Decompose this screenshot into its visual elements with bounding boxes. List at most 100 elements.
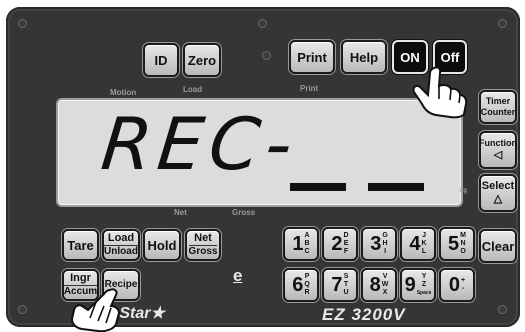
key-letter: B — [304, 240, 310, 247]
key-letter: V — [382, 273, 388, 280]
motion-indicator: Motion — [110, 88, 137, 97]
hold-button[interactable]: Hold — [143, 229, 181, 261]
net-gross-button[interactable]: Net Gross — [185, 229, 221, 261]
key-letter: - — [461, 285, 465, 292]
ingr-label: Ingr — [70, 272, 91, 284]
key-digit: 0 — [448, 274, 461, 296]
key-6[interactable]: 6PQR — [283, 268, 319, 302]
key-0[interactable]: 0 + - — [439, 268, 475, 302]
key-digit: 5 — [448, 233, 460, 255]
key-letters: VWX — [382, 273, 389, 297]
key-letter: H — [382, 240, 388, 247]
key-digit: 2 — [331, 233, 343, 255]
load-indicator: Load — [183, 85, 203, 94]
key-letter: D — [343, 232, 349, 239]
left-arrow-icon: ◁ — [493, 149, 503, 161]
key-letters: + - — [461, 277, 465, 293]
key-digit: 7 — [331, 274, 343, 296]
screw — [498, 305, 507, 314]
key-letter: F — [343, 248, 349, 255]
tare-button[interactable]: Tare — [62, 229, 99, 261]
key-letters: JKL — [422, 232, 427, 256]
zero-button[interactable]: Zero — [183, 43, 221, 77]
print-button[interactable]: Print — [289, 40, 335, 74]
clear-button[interactable]: Clear — [479, 229, 517, 263]
lcd-display: REC- — [56, 98, 463, 207]
key-letter: S — [343, 273, 349, 280]
display-cursor — [368, 183, 424, 191]
key-digit: 1 — [292, 233, 304, 255]
key-letter: N — [460, 240, 466, 247]
key-letter: R — [304, 289, 310, 296]
key-letters: STU — [344, 273, 349, 297]
key-1[interactable]: 1ABC — [283, 227, 319, 261]
screw — [498, 19, 507, 28]
key-letters: PQR — [304, 273, 309, 297]
select-label: Select — [481, 180, 515, 192]
key-digit: 3 — [370, 233, 382, 255]
kg-indicator: kg — [460, 188, 468, 194]
key-letter: C — [304, 248, 310, 255]
key-letter: G — [382, 232, 388, 239]
key-4[interactable]: 4JKL — [400, 227, 436, 261]
display-readout: REC- — [97, 102, 303, 186]
key-digit: 4 — [409, 233, 421, 255]
screw — [262, 51, 271, 60]
key-letter: + — [461, 277, 466, 284]
key-digit: 8 — [369, 274, 381, 296]
key-letter: I — [384, 248, 387, 255]
e-mark: e — [233, 266, 243, 285]
print-indicator: Print — [300, 84, 319, 93]
key-letter: Y — [421, 273, 427, 280]
screw — [18, 19, 27, 28]
key-letters: Y Z Space — [417, 273, 432, 297]
counter-label: Counter — [480, 107, 516, 117]
key-digit: 9 — [404, 274, 416, 296]
key-letter: Space — [416, 290, 432, 296]
key-digit: 6 — [292, 274, 304, 296]
key-letter: P — [304, 273, 310, 280]
key-letter: Z — [421, 281, 427, 288]
help-button[interactable]: Help — [341, 40, 387, 74]
key-letter: K — [421, 240, 427, 247]
key-9[interactable]: 9 Y Z Space — [400, 268, 436, 302]
screw — [18, 305, 27, 314]
net-indicator: Net — [174, 208, 187, 217]
display-cursor — [290, 183, 346, 191]
gross-indicator: Gross — [232, 208, 256, 217]
key-letter: O — [460, 248, 466, 255]
key-letter: Q — [304, 281, 310, 288]
select-button[interactable]: Select △ — [479, 174, 517, 212]
key-letter: L — [421, 248, 427, 255]
key-8[interactable]: 8VWX — [361, 268, 397, 302]
unload-label: Unload — [104, 245, 138, 257]
key-letter: E — [343, 240, 349, 247]
key-letter: J — [422, 232, 427, 239]
key-letters: DEF — [344, 232, 349, 256]
key-letters: MNO — [460, 232, 466, 256]
key-letter: A — [304, 232, 310, 239]
timer-counter-button[interactable]: Timer Counter — [479, 90, 517, 124]
function-label: Function — [479, 138, 517, 148]
key-5[interactable]: 5MNO — [439, 227, 475, 261]
key-letter: W — [381, 281, 389, 288]
key-letters: ABC — [305, 232, 310, 256]
key-2[interactable]: 2DEF — [322, 227, 358, 261]
key-3[interactable]: 3GHI — [361, 227, 397, 261]
key-7[interactable]: 7STU — [322, 268, 358, 302]
load-label: Load — [107, 232, 135, 244]
pointing-hand-icon — [70, 288, 121, 332]
id-button[interactable]: ID — [143, 43, 179, 77]
key-letter: T — [343, 281, 349, 288]
key-letters: GHI — [382, 232, 387, 256]
screw — [258, 19, 267, 28]
pointing-hand-icon — [412, 66, 468, 119]
timer-label: Timer — [485, 96, 511, 106]
load-unload-button[interactable]: Load Unload — [102, 229, 140, 261]
key-letter: U — [343, 289, 349, 296]
star-icon: ★ — [150, 305, 165, 322]
gross-label: Gross — [188, 245, 218, 257]
net-label: Net — [194, 232, 212, 244]
key-letter: X — [382, 289, 388, 296]
function-button[interactable]: Function ◁ — [479, 131, 517, 169]
